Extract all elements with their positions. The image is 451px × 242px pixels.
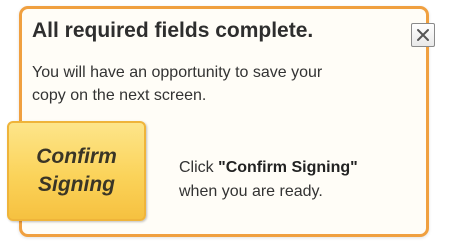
confirm-hint: Click "Confirm Signing" when you are rea… bbox=[179, 156, 429, 204]
confirm-hint-line-2: when you are ready. bbox=[179, 183, 323, 200]
close-icon bbox=[417, 29, 429, 41]
panel-title: All required fields complete. bbox=[32, 19, 314, 42]
info-message-line-2: copy on the next screen. bbox=[32, 87, 207, 104]
confirm-button-label-line-2: Signing bbox=[38, 173, 115, 196]
confirm-signing-button[interactable]: Confirm Signing bbox=[7, 121, 146, 221]
close-button[interactable] bbox=[411, 23, 435, 47]
hint-prefix: Click bbox=[179, 159, 219, 176]
info-message: You will have an opportunity to save you… bbox=[32, 61, 412, 107]
hint-emphasis: "Confirm Signing" bbox=[218, 159, 358, 176]
confirm-hint-line-1: Click "Confirm Signing" bbox=[179, 156, 429, 180]
confirm-button-label-line-1: Confirm bbox=[36, 145, 117, 168]
info-message-line-1: You will have an opportunity to save you… bbox=[32, 64, 323, 81]
